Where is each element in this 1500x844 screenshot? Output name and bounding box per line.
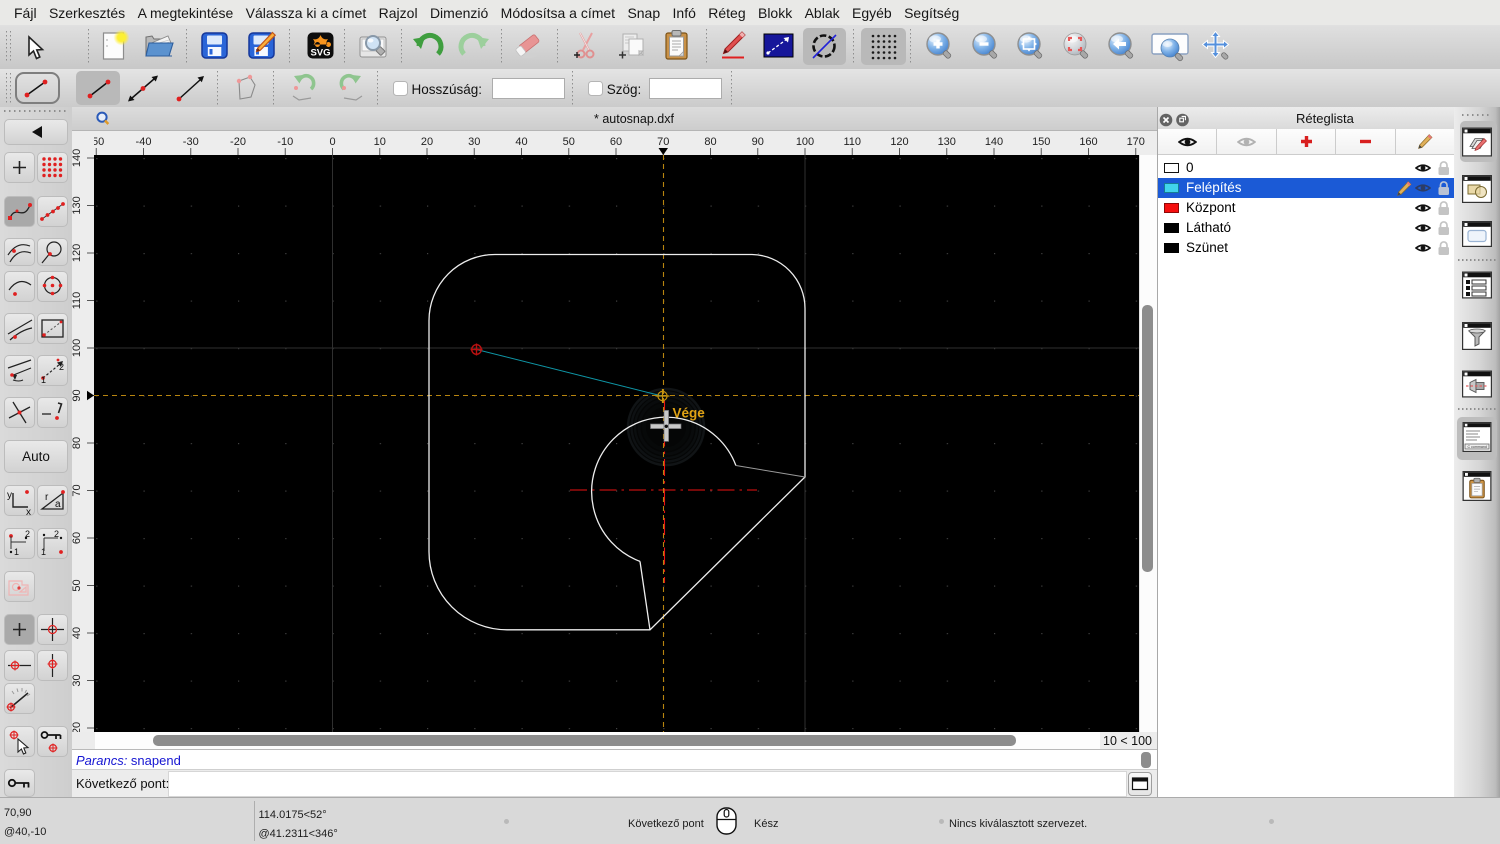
svg-text:80: 80 (704, 136, 716, 148)
svg-text:2: 2 (25, 529, 30, 539)
svg-text:30: 30 (72, 674, 83, 686)
svg-text:100: 100 (72, 339, 83, 357)
svg-text:a: a (55, 499, 61, 510)
svg-text:C command: C command (1468, 445, 1487, 449)
svg-text:70: 70 (72, 484, 83, 496)
svg-text:40: 40 (515, 136, 527, 148)
svg-text:-30: -30 (183, 136, 199, 148)
svg-text:20: 20 (72, 722, 83, 732)
svg-text:140: 140 (985, 136, 1003, 148)
svg-text:20: 20 (421, 136, 433, 148)
svg-text:120: 120 (890, 136, 908, 148)
svg-text:-20: -20 (230, 136, 246, 148)
svg-text:50: 50 (72, 579, 83, 591)
svg-text:110: 110 (843, 136, 861, 148)
svg-text:1: 1 (41, 547, 46, 557)
svg-text:140: 140 (72, 149, 83, 167)
svg-text:90: 90 (752, 136, 764, 148)
svg-text:90: 90 (72, 389, 83, 401)
svg-text:1: 1 (14, 547, 19, 557)
svg-text:-10: -10 (277, 136, 293, 148)
svg-text:130: 130 (72, 196, 83, 214)
svg-text:-40: -40 (136, 136, 152, 148)
svg-text:2: 2 (54, 529, 59, 539)
svg-text:y: y (7, 490, 12, 501)
svg-text:130: 130 (938, 136, 956, 148)
svg-text:80: 80 (72, 437, 83, 449)
svg-text:0: 0 (329, 136, 335, 148)
svg-text:50: 50 (563, 136, 575, 148)
svg-text:1: 1 (41, 375, 46, 385)
svg-text:Vége: Vége (673, 406, 706, 421)
svg-text:110: 110 (72, 292, 83, 310)
svg-text:r: r (45, 492, 49, 503)
svg-text:70: 70 (657, 136, 669, 148)
svg-text:60: 60 (610, 136, 622, 148)
svg-text:170: 170 (1127, 136, 1145, 148)
svg-text:150: 150 (1032, 136, 1050, 148)
svg-text:x: x (26, 507, 31, 515)
svg-text:160: 160 (1079, 136, 1097, 148)
svg-text:2: 2 (59, 362, 64, 372)
svg-text:SVG: SVG (310, 48, 330, 59)
svg-text:100: 100 (796, 136, 814, 148)
svg-text:120: 120 (72, 244, 83, 262)
svg-text:30: 30 (468, 136, 480, 148)
svg-text:40: 40 (72, 627, 83, 639)
svg-text:10: 10 (374, 136, 386, 148)
svg-text:60: 60 (72, 532, 83, 544)
